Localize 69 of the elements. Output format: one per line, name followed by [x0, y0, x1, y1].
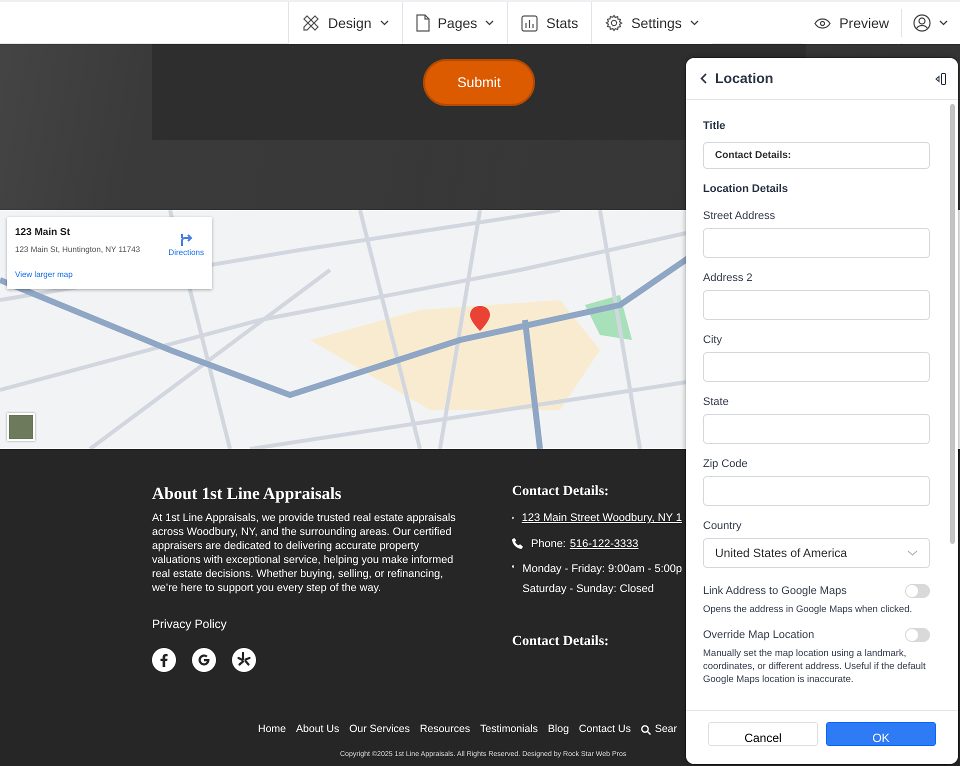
- footer-nav-link[interactable]: Blog: [548, 722, 569, 738]
- contact-heading: Contact Details:: [512, 483, 610, 501]
- field-label: Country: [703, 519, 743, 533]
- toolbar-menu[interactable]: Pages: [402, 2, 508, 44]
- toggle-description: Opens the address in Google Maps when clicked.: [703, 603, 914, 616]
- letter-g-icon[interactable]: [192, 648, 216, 672]
- directions-icon: [179, 233, 194, 247]
- field-label: Zip Code: [703, 457, 749, 471]
- letter-f-icon[interactable]: [152, 648, 176, 672]
- footer-nav-link[interactable]: Home: [258, 722, 286, 738]
- caret-icon: [907, 550, 918, 556]
- field-label: Street Address: [703, 209, 776, 223]
- toolbar-menu[interactable]: Settings: [591, 2, 712, 44]
- footer-nav-link[interactable]: Resources: [420, 722, 470, 738]
- toggle-description: Manually set the map location using a landmark, coordinates, or different address. Useful if the default Google Maps location is inaccurate.: [703, 647, 927, 686]
- field-label: City: [703, 333, 723, 347]
- user-icon: [913, 14, 931, 32]
- input-field[interactable]: [703, 476, 930, 506]
- title-input[interactable]: Contact Details:: [703, 142, 930, 168]
- place-address: 123 Main St, Huntington, NY 11743: [15, 244, 140, 256]
- toggle-switch[interactable]: [905, 584, 930, 598]
- footer-nav-link[interactable]: Testimonials: [480, 722, 538, 738]
- input-field[interactable]: [703, 228, 930, 258]
- scrollbar-thumb[interactable]: [950, 104, 955, 544]
- toolbar-menu[interactable]: Stats: [507, 2, 592, 44]
- toggle-label: Link Address to Google Maps: [703, 584, 847, 598]
- field-label: Title: [703, 119, 726, 134]
- ok-button[interactable]: OK: [826, 722, 936, 746]
- view-larger-map-link[interactable]: View larger map: [15, 269, 140, 281]
- phone-link[interactable]: 516-122-3333: [570, 536, 638, 552]
- cancel-button[interactable]: Cancel: [708, 722, 818, 746]
- input-field[interactable]: [703, 290, 930, 320]
- caret-icon: [939, 20, 948, 26]
- field-label: Address 2: [703, 271, 754, 285]
- section-heading: Location Details: [703, 182, 789, 196]
- opening-hours: Saturday - Sunday: Closed: [522, 582, 655, 596]
- satellite-thumbnail[interactable]: [7, 413, 35, 441]
- bar-chart-icon: [521, 14, 538, 32]
- about-heading: About 1st Line Appraisals: [152, 483, 342, 505]
- submit-button[interactable]: Submit: [423, 59, 535, 106]
- opening-hours: Monday - Friday: 9:00am - 5:00p: [522, 562, 682, 577]
- footer-nav-link[interactable]: About Us: [296, 722, 340, 738]
- page-icon: [416, 14, 430, 32]
- footer-nav-link[interactable]: Our Services: [349, 722, 410, 738]
- input-field[interactable]: [703, 414, 930, 444]
- about-paragraph: At 1st Line Appraisals, we provide trusted real estate appraisals across Woodbury, NY, and the surrounding areas. Our certified appraisers are dedicated to delivering accurate property valuations with exceptional service, helping you make informed real estate decisions. Whether buying, selling, or refinancing, we’re here to support you every step of the way.: [152, 510, 457, 594]
- contact-heading: Contact Details:: [512, 633, 610, 651]
- toggle-label: Override Map Location: [703, 628, 814, 642]
- footer-nav-link[interactable]: Contact Us: [578, 722, 631, 738]
- field-label: State: [703, 395, 730, 409]
- privacy-policy-link[interactable]: Privacy Policy: [152, 614, 227, 632]
- toolbar-menu[interactable]: Design: [288, 2, 402, 44]
- ruler-pencil-icon: [302, 14, 320, 32]
- place-title: 123 Main St: [15, 226, 72, 240]
- toggle-switch[interactable]: [905, 628, 930, 642]
- burst-icon[interactable]: [232, 648, 256, 672]
- search-icon: [640, 724, 651, 735]
- input-field[interactable]: [703, 352, 930, 382]
- footer-nav-link[interactable]: Sear: [640, 722, 678, 738]
- back-button[interactable]: Location: [700, 68, 774, 89]
- back-icon: [700, 73, 707, 84]
- phone-label: Phone:: [531, 536, 566, 552]
- phone-icon: [512, 538, 523, 550]
- collapse-panel-icon[interactable]: [934, 72, 946, 84]
- directions-link[interactable]: Directions: [168, 233, 204, 281]
- eye-icon: [814, 18, 832, 28]
- address-link[interactable]: 123 Main Street Woodbury, NY 1: [522, 510, 682, 526]
- country-select[interactable]: United States of America: [703, 538, 930, 568]
- settings-icon: [605, 14, 624, 32]
